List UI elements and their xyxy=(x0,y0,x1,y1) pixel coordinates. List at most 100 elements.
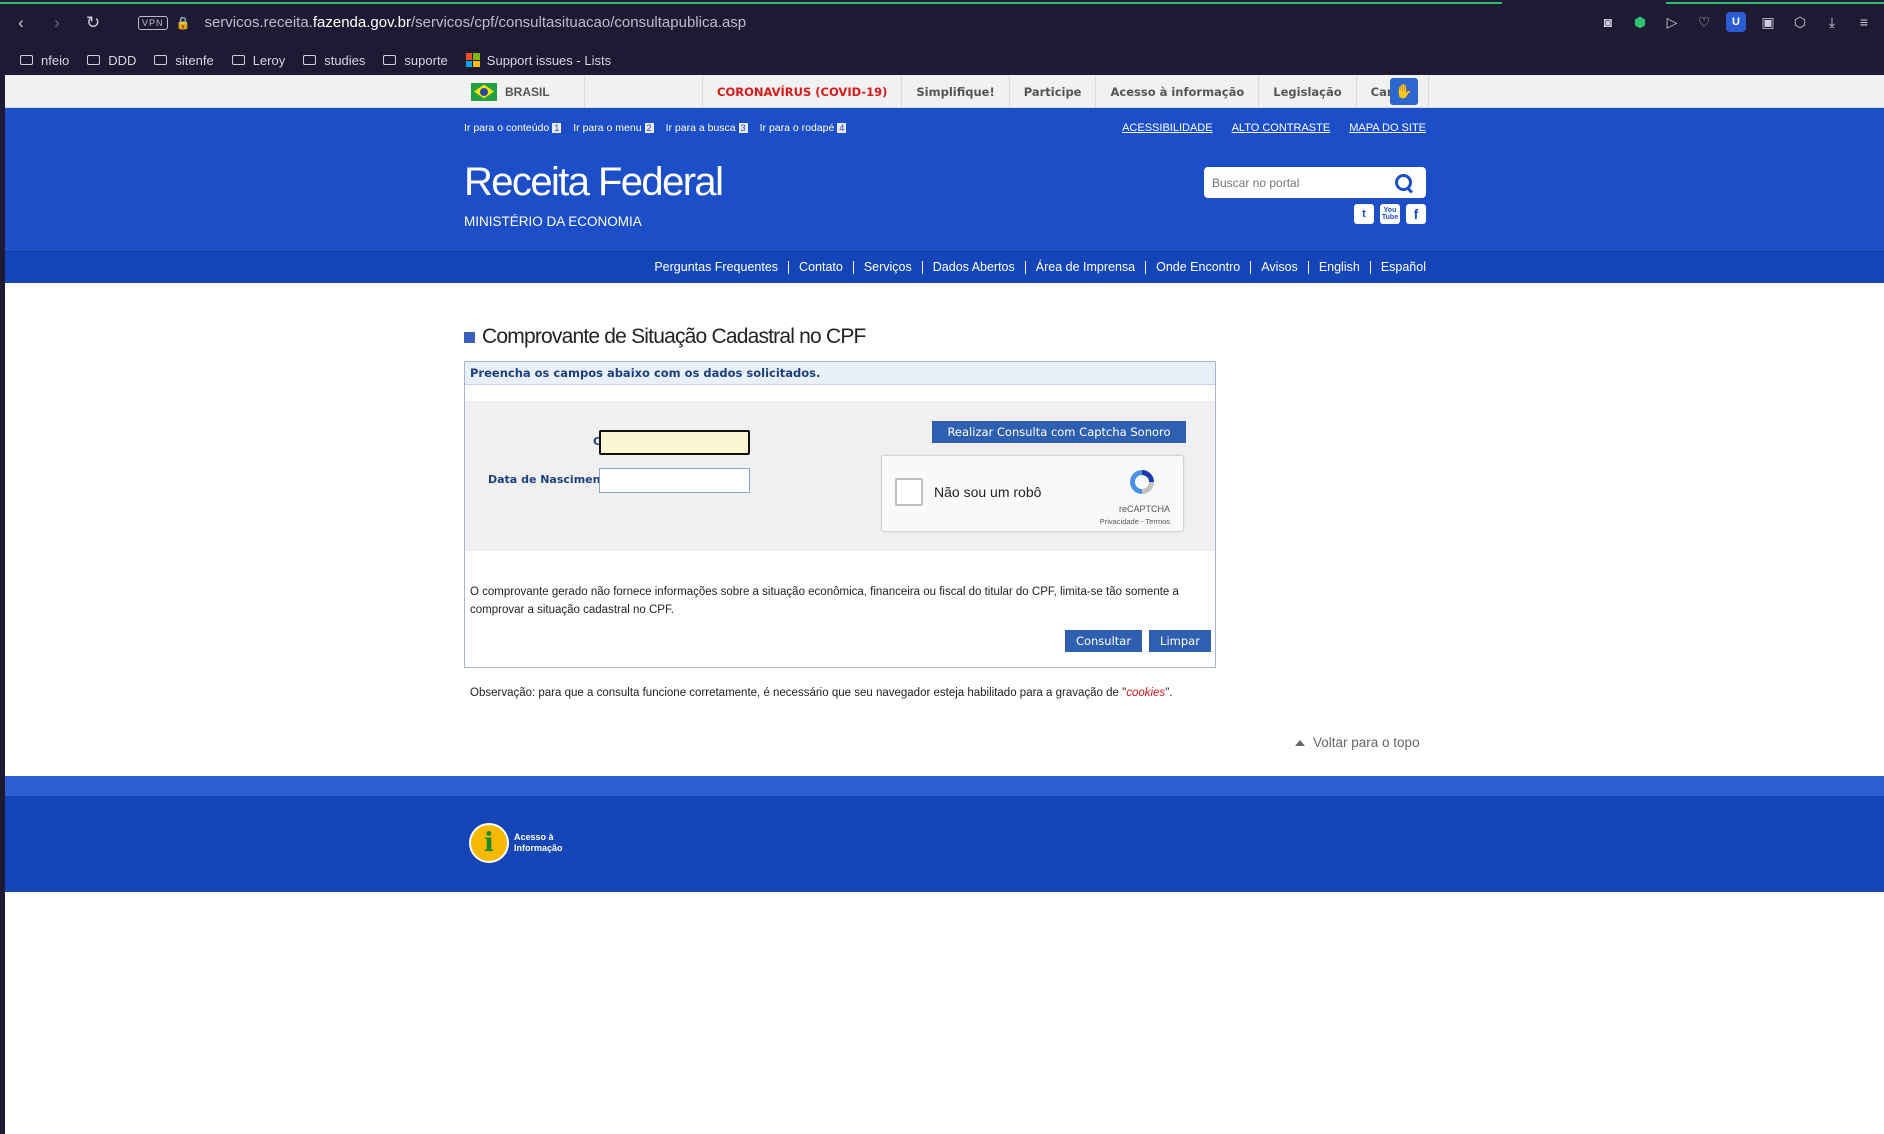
gov-link-covid[interactable]: CORONAVÍRUS (COVID-19) xyxy=(702,75,901,108)
url-path: /servicos/cpf/consultasituacao/consultap… xyxy=(410,14,747,31)
skip-link-footer[interactable]: Ir para o rodapé 4 xyxy=(760,122,847,134)
site-title[interactable]: Receita Federal xyxy=(464,160,724,205)
bookmark-studies[interactable]: studies xyxy=(303,53,365,68)
ministry-subtitle: MINISTÉRIO DA ECONOMIA xyxy=(464,214,642,229)
bookmark-leroy[interactable]: Leroy xyxy=(231,53,285,68)
camera-icon[interactable]: ◙ xyxy=(1598,12,1618,32)
facebook-icon[interactable]: f xyxy=(1406,204,1426,224)
skip-links: Ir para o conteúdo 1 Ir para o menu 2 Ir p… xyxy=(464,122,847,134)
main-menu: Perguntas Frequentes Contato Serviços Da… xyxy=(644,252,1426,283)
menu-item-contato[interactable]: Contato xyxy=(789,261,854,274)
bookmark-suporte[interactable]: suporte xyxy=(383,53,448,68)
recaptcha-widget: Não sou um robô reCAPTCHA Privacidade - … xyxy=(881,455,1184,532)
skip-link-search[interactable]: Ir para a busca 3 xyxy=(666,122,748,134)
site-header: Ir para o conteúdo 1 Ir para o menu 2 Ir p… xyxy=(5,108,1884,252)
folder-icon xyxy=(20,55,33,65)
accessibility-link[interactable]: ACESSIBILIDADE xyxy=(1122,122,1212,134)
gov-link-participe[interactable]: Participe xyxy=(1008,75,1096,108)
address-bar[interactable]: VPN 🔒 servicos.receita. fazenda.gov.br/se… xyxy=(138,9,746,37)
shield-icon[interactable]: ⬢ xyxy=(1630,12,1650,32)
portal-search xyxy=(1204,167,1426,198)
heart-icon[interactable]: ♡ xyxy=(1694,12,1714,32)
folder-icon xyxy=(87,55,101,65)
menu-item-imprensa[interactable]: Área de Imprensa xyxy=(1026,261,1147,274)
folder-icon xyxy=(303,55,317,65)
skip-link-content[interactable]: Ir para o conteúdo 1 xyxy=(464,122,562,134)
site-footer: i Acesso à Informação xyxy=(5,796,1884,892)
form-instruction: Preencha os campos abaixo com os dados s… xyxy=(465,362,1215,385)
brasil-link[interactable]: BRASIL xyxy=(471,75,585,108)
disclaimer-text: O comprovante gerado não fornece informa… xyxy=(470,586,1179,616)
consultar-button[interactable]: Consultar xyxy=(1065,630,1142,652)
menu-item-english[interactable]: English xyxy=(1309,261,1371,274)
recaptcha-terms[interactable]: Privacidade - Termos xyxy=(882,517,1170,526)
cube-icon[interactable]: ⬡ xyxy=(1790,12,1810,32)
footer-stripe xyxy=(5,776,1884,796)
vpn-badge[interactable]: VPN xyxy=(138,15,168,30)
menu-item-perguntas[interactable]: Perguntas Frequentes xyxy=(644,261,790,274)
audio-captcha-button[interactable]: Realizar Consulta com Captcha Sonoro xyxy=(932,421,1186,443)
acesso-informacao-text: Acesso à Informação xyxy=(514,832,563,853)
info-icon: i xyxy=(469,823,509,863)
libras-icon[interactable]: ✋ xyxy=(1390,78,1418,105)
cpf-form: Preencha os campos abaixo com os dados s… xyxy=(464,361,1216,668)
youtube-icon[interactable]: You Tube xyxy=(1380,204,1400,224)
bookmark-ddd[interactable]: DDD xyxy=(87,53,136,68)
page-title: Comprovante de Situação Cadastral no CPF xyxy=(464,325,866,349)
microsoft-icon xyxy=(465,53,480,67)
bookmark-nfeio[interactable]: nfeio xyxy=(20,53,69,68)
menu-icon[interactable]: ≡ xyxy=(1854,12,1874,32)
menu-item-espanol[interactable]: Español xyxy=(1371,261,1426,274)
forward-icon[interactable]: › xyxy=(42,8,72,38)
birth-date-input[interactable] xyxy=(600,469,749,492)
extension-icon[interactable]: ▣ xyxy=(1758,12,1778,32)
bookmark-support-issues[interactable]: Support issues - Lists xyxy=(465,53,611,68)
menu-item-dados-abertos[interactable]: Dados Abertos xyxy=(923,261,1026,274)
sitemap-link[interactable]: MAPA DO SITE xyxy=(1349,122,1426,134)
search-input[interactable] xyxy=(1204,168,1390,197)
menu-item-servicos[interactable]: Serviços xyxy=(854,261,923,274)
bookmark-sitenfe[interactable]: sitenfe xyxy=(154,53,214,68)
lock-icon[interactable]: 🔒 xyxy=(176,16,191,30)
password-manager-icon[interactable]: U xyxy=(1726,12,1746,32)
folder-icon xyxy=(383,55,397,65)
back-to-top-link[interactable]: Voltar para o topo xyxy=(1295,735,1420,750)
folder-icon xyxy=(231,55,245,65)
recaptcha-logo-icon xyxy=(1130,470,1154,494)
brazil-flag-icon xyxy=(471,82,497,101)
cookies-observation: Observação: para que a consulta funcione… xyxy=(470,687,1173,699)
recaptcha-brand: reCAPTCHA xyxy=(1118,504,1170,514)
accessibility-links: ACESSIBILIDADE ALTO CONTRASTE MAPA DO SI… xyxy=(1122,122,1426,134)
limpar-button[interactable]: Limpar xyxy=(1149,630,1211,652)
download-icon[interactable]: ⤓ xyxy=(1822,12,1842,32)
search-icon[interactable] xyxy=(1394,173,1414,193)
social-links: t You Tube f xyxy=(1354,204,1426,224)
high-contrast-link[interactable]: ALTO CONTRASTE xyxy=(1232,122,1331,134)
form-fields-area: CPF: Data de Nascimento: Realizar Consul… xyxy=(465,401,1215,551)
send-icon[interactable]: ▷ xyxy=(1662,12,1682,32)
birth-field-wrap xyxy=(599,468,750,493)
skip-link-menu[interactable]: Ir para o menu 2 xyxy=(573,122,654,134)
twitter-icon[interactable]: t xyxy=(1354,204,1374,224)
title-square-icon xyxy=(464,331,475,343)
back-icon[interactable]: ‹ xyxy=(6,8,36,38)
recaptcha-label: Não sou um robô xyxy=(934,484,1042,500)
gov-link-legislacao[interactable]: Legislação xyxy=(1258,75,1355,108)
toolbar-icons: ◙ ⬢ ▷ ♡ U ▣ ⬡ ⤓ ≡ xyxy=(1598,12,1874,32)
cookies-word: cookies xyxy=(1126,687,1166,699)
gov-bar: BRASIL CORONAVÍRUS (COVID-19) Simplifiqu… xyxy=(5,75,1884,108)
cpf-field-wrap xyxy=(599,430,750,455)
recaptcha-checkbox[interactable] xyxy=(895,478,923,506)
gov-link-acesso[interactable]: Acesso à informação xyxy=(1095,75,1258,108)
gov-link-simplifique[interactable]: Simplifique! xyxy=(901,75,1008,108)
cpf-input[interactable] xyxy=(601,432,748,453)
bookmarks-bar: nfeio DDD sitenfe Leroy studies suporte … xyxy=(0,45,1884,75)
web-page: BRASIL CORONAVÍRUS (COVID-19) Simplifiqu… xyxy=(5,75,1884,1134)
folder-icon xyxy=(154,55,168,65)
acesso-informacao-logo[interactable]: i Acesso à Informação xyxy=(469,823,574,863)
menu-item-onde-encontro[interactable]: Onde Encontro xyxy=(1146,261,1252,274)
browser-chrome: ‹ › ↻ VPN 🔒 servicos.receita. fazenda.gov… xyxy=(0,0,1884,75)
reload-icon[interactable]: ↻ xyxy=(78,8,108,38)
browser-toolbar: ‹ › ↻ VPN 🔒 servicos.receita. fazenda.gov… xyxy=(0,0,1884,45)
menu-item-avisos[interactable]: Avisos xyxy=(1251,261,1309,274)
